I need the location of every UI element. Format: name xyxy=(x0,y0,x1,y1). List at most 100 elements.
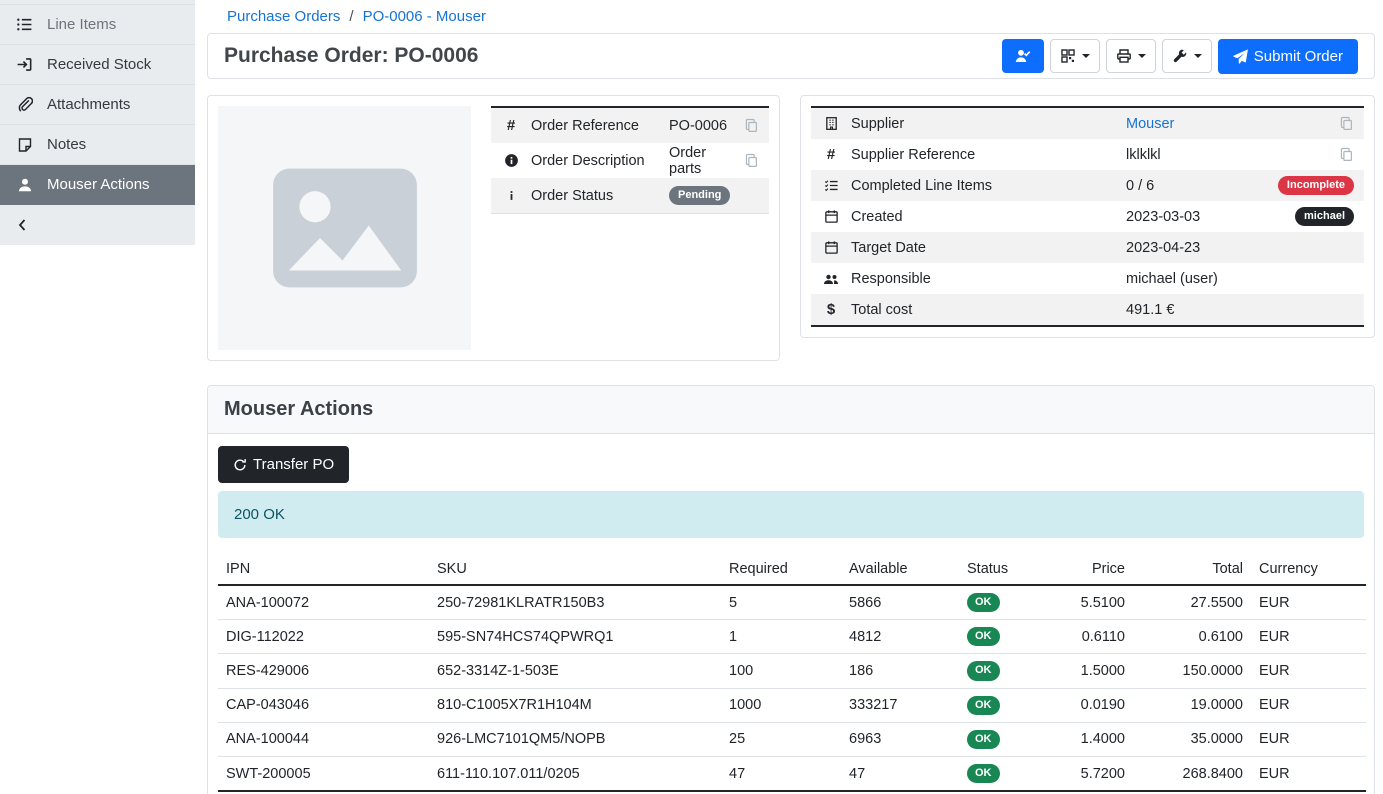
detail-label: Supplier xyxy=(851,116,1116,132)
cell-required: 5 xyxy=(721,585,841,620)
calendar-icon xyxy=(821,240,841,255)
cell-price: 5.5100 xyxy=(1033,585,1133,620)
cell-ipn: ANA-100044 xyxy=(218,722,429,756)
cell-ipn: CAP-043046 xyxy=(218,688,429,722)
table-row: RES-429006 652-3314Z-1-503E 100 186 OK 1… xyxy=(218,654,1366,688)
cell-currency: EUR xyxy=(1251,654,1366,688)
sidebar-item-label: Notes xyxy=(47,136,86,153)
transfer-po-label: Transfer PO xyxy=(253,456,334,473)
cell-status: OK xyxy=(959,620,1033,654)
responsible-row: Responsible michael (user) xyxy=(811,263,1364,294)
order-details-panel: # Order Reference PO-0006 Or xyxy=(207,95,780,361)
cell-available: 4812 xyxy=(841,620,959,654)
building-icon xyxy=(821,116,841,131)
target-date-row: Target Date 2023-04-23 xyxy=(811,232,1364,263)
caret-down-icon xyxy=(1082,54,1090,58)
copy-icon[interactable] xyxy=(1339,116,1354,131)
sidebar-item-notes[interactable]: Notes xyxy=(0,125,195,165)
order-reference-row: # Order Reference PO-0006 xyxy=(491,108,769,143)
paperclip-icon xyxy=(15,96,34,113)
cell-ipn: DIG-112022 xyxy=(218,620,429,654)
detail-value: lklklkl xyxy=(1126,147,1329,163)
cell-required: 1 xyxy=(721,620,841,654)
cell-total: 0.6100 xyxy=(1133,620,1251,654)
breadcrumb-link-current-order[interactable]: PO-0006 - Mouser xyxy=(363,8,486,25)
table-row: ANA-100072 250-72981KLRATR150B3 5 5866 O… xyxy=(218,585,1366,620)
supplier-link[interactable]: Mouser xyxy=(1126,116,1174,132)
alert-info: 200 OK xyxy=(218,491,1364,538)
order-status-badge: Pending xyxy=(669,186,730,205)
supplier-reference-row: # Supplier Reference lklklkl xyxy=(811,139,1364,170)
copy-icon[interactable] xyxy=(744,118,759,133)
info-icon xyxy=(501,189,521,202)
sidebar-item-attachments[interactable]: Attachments xyxy=(0,85,195,125)
col-price: Price xyxy=(1033,556,1133,585)
refresh-icon xyxy=(233,458,247,472)
user-actions-button[interactable] xyxy=(1002,39,1044,73)
detail-label: Completed Line Items xyxy=(851,178,1116,194)
cell-required: 1000 xyxy=(721,688,841,722)
col-ipn: IPN xyxy=(218,556,429,585)
line-items-table: IPN SKU Required Available Status Price … xyxy=(218,556,1366,794)
cell-total: 35.0000 xyxy=(1133,722,1251,756)
sidebar-collapse-button[interactable] xyxy=(0,205,195,245)
status-badge-ok: OK xyxy=(967,764,1000,783)
detail-value: Order parts xyxy=(669,145,734,177)
detail-value: PO-0006 xyxy=(669,118,734,134)
cell-sku: 611-110.107.011/0205 xyxy=(429,756,721,791)
detail-value: 491.1 € xyxy=(1126,302,1354,318)
sidebar-item-mouser-actions[interactable]: Mouser Actions xyxy=(0,165,195,205)
table-header-row: IPN SKU Required Available Status Price … xyxy=(218,556,1366,585)
detail-label: Order Description xyxy=(531,153,659,169)
sidebar: Line Items Received Stock Attachments No… xyxy=(0,0,195,245)
cell-currency: EUR xyxy=(1251,585,1366,620)
status-badge-ok: OK xyxy=(967,661,1000,680)
status-badge-ok: OK xyxy=(967,627,1000,646)
breadcrumb-link-purchase-orders[interactable]: Purchase Orders xyxy=(227,8,340,25)
order-image-placeholder[interactable] xyxy=(218,106,471,350)
qr-code-icon xyxy=(1060,48,1076,64)
mouser-actions-panel: Mouser Actions Transfer PO 200 OK xyxy=(207,385,1375,794)
user-check-icon xyxy=(1015,48,1031,64)
cell-total: 27.5500 xyxy=(1133,585,1251,620)
col-currency: Currency xyxy=(1251,556,1366,585)
detail-label: Supplier Reference xyxy=(851,147,1116,163)
cell-sku: 250-72981KLRATR150B3 xyxy=(429,585,721,620)
cell-total: 150.0000 xyxy=(1133,654,1251,688)
mouser-actions-title: Mouser Actions xyxy=(208,386,1374,434)
supplier-details-table: Supplier Mouser # Supplier Reference lkl… xyxy=(811,106,1364,327)
supplier-details-panel: Supplier Mouser # Supplier Reference lkl… xyxy=(800,95,1375,338)
order-actions-dropdown[interactable] xyxy=(1162,39,1212,73)
sidebar-item-received-stock[interactable]: Received Stock xyxy=(0,45,195,85)
table-row: ANA-100044 926-LMC7101QM5/NOPB 25 6963 O… xyxy=(218,722,1366,756)
barcode-actions-dropdown[interactable] xyxy=(1050,39,1100,73)
col-status: Status xyxy=(959,556,1033,585)
hash-icon: # xyxy=(821,146,841,163)
cell-sku: 595-SN74HCS74QPWRQ1 xyxy=(429,620,721,654)
main-content: Purchase Orders / PO-0006 - Mouser Purch… xyxy=(195,0,1383,794)
sign-in-icon xyxy=(15,56,34,73)
print-actions-dropdown[interactable] xyxy=(1106,39,1156,73)
caret-down-icon xyxy=(1194,54,1202,58)
detail-label: Order Reference xyxy=(531,118,659,134)
cell-available: 5866 xyxy=(841,585,959,620)
breadcrumb-separator: / xyxy=(349,8,353,25)
transfer-po-button[interactable]: Transfer PO xyxy=(218,446,349,483)
col-required: Required xyxy=(721,556,841,585)
page-header-panel: Purchase Order: PO-0006 xyxy=(207,33,1375,79)
cell-sku: 926-LMC7101QM5/NOPB xyxy=(429,722,721,756)
cell-price: 1.4000 xyxy=(1033,722,1133,756)
order-status-row: Order Status Pending xyxy=(491,178,769,213)
cell-price: 0.6110 xyxy=(1033,620,1133,654)
cell-currency: EUR xyxy=(1251,756,1366,791)
sidebar-item-line-items[interactable]: Line Items xyxy=(0,5,195,45)
copy-icon[interactable] xyxy=(1339,147,1354,162)
total-cost-row: $ Total cost 491.1 € xyxy=(811,294,1364,325)
submit-order-button[interactable]: Submit Order xyxy=(1218,39,1358,74)
cell-currency: EUR xyxy=(1251,620,1366,654)
cell-status: OK xyxy=(959,722,1033,756)
sidebar-item-label: Attachments xyxy=(47,96,130,113)
copy-icon[interactable] xyxy=(744,153,759,168)
cell-sku: 652-3314Z-1-503E xyxy=(429,654,721,688)
detail-value: 2023-03-03 xyxy=(1126,209,1285,225)
